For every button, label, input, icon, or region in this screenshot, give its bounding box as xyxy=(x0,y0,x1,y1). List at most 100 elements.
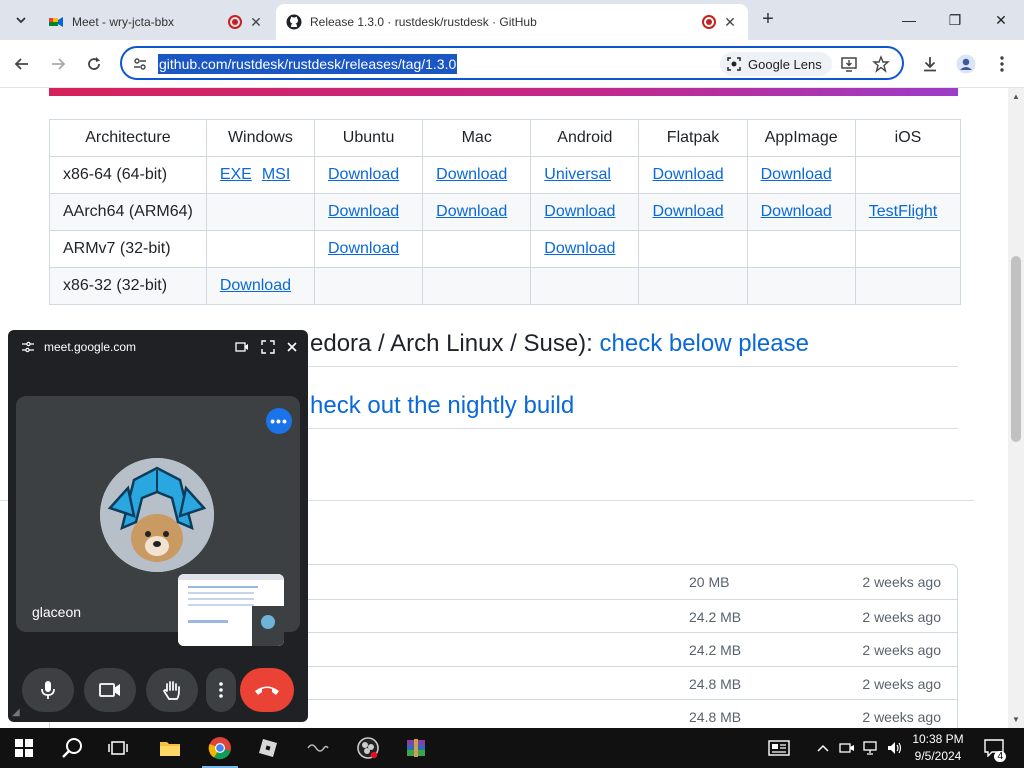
arrow-left-icon xyxy=(14,58,28,70)
back-button[interactable] xyxy=(8,50,36,78)
self-view-thumbnail[interactable] xyxy=(178,574,284,646)
hand-icon xyxy=(163,681,180,700)
maximize-button[interactable]: ❐ xyxy=(932,6,978,34)
scroll-up-icon[interactable]: ▲ xyxy=(1012,92,1020,101)
scroll-thumb[interactable] xyxy=(1011,256,1021,442)
tab-meet[interactable]: Meet - wry-jcta-bbx ✕ xyxy=(38,4,274,40)
column-header: Architecture xyxy=(49,119,207,157)
android-cell: Universal xyxy=(530,156,640,194)
page-scrollbar[interactable]: ▲ ▼ xyxy=(1008,88,1024,728)
windows-cell: EXE MSI xyxy=(205,156,315,194)
volume-icon[interactable] xyxy=(884,728,906,768)
address-bar[interactable]: github.com/rustdesk/rustdesk/releases/ta… xyxy=(120,46,904,80)
microphone-button[interactable] xyxy=(22,668,74,712)
system-clock[interactable]: 10:38 PM 9/5/2024 xyxy=(906,731,970,765)
camera-button[interactable] xyxy=(84,668,136,712)
camera-toggle-icon[interactable] xyxy=(234,339,250,355)
tab-bar: Meet - wry-jcta-bbx ✕ Release 1.3.0 · ru… xyxy=(0,0,1024,40)
news-widget-icon[interactable] xyxy=(764,728,794,768)
linux-heading-text: edora / Arch Linux / Suse): xyxy=(310,330,600,357)
download-link[interactable]: Download xyxy=(436,166,507,183)
browser-menu-button[interactable] xyxy=(988,50,1016,78)
download-link[interactable]: Universal xyxy=(544,166,611,183)
windows-exe-link[interactable]: EXE xyxy=(220,166,252,183)
downloads-button[interactable] xyxy=(916,50,944,78)
close-tab-icon[interactable]: ✕ xyxy=(722,14,738,31)
install-app-icon[interactable] xyxy=(838,53,860,75)
call-controls xyxy=(8,668,308,712)
search-button[interactable] xyxy=(50,728,94,768)
hang-up-icon xyxy=(255,686,279,695)
download-link[interactable]: Download xyxy=(436,203,507,220)
asset-size: 24.2 MB xyxy=(689,642,742,658)
end-call-button[interactable] xyxy=(240,668,294,712)
download-link[interactable]: Download xyxy=(761,166,832,183)
app-button[interactable] xyxy=(296,728,340,768)
reload-button[interactable] xyxy=(80,50,108,78)
task-view-button[interactable] xyxy=(96,728,140,768)
more-vertical-icon xyxy=(219,682,223,698)
tab-github-release[interactable]: Release 1.3.0 · rustdesk/rustdesk · GitH… xyxy=(276,4,748,40)
download-link[interactable]: Download xyxy=(544,203,615,220)
raise-hand-button[interactable] xyxy=(146,668,198,712)
windows-cell xyxy=(205,230,315,268)
android-cell: Download xyxy=(530,230,640,268)
more-vertical-icon xyxy=(1000,56,1004,72)
resize-grip-icon[interactable]: ◢ xyxy=(12,707,20,718)
scroll-down-icon[interactable]: ▼ xyxy=(1012,715,1020,724)
windows-msi-link[interactable]: MSI xyxy=(262,166,290,183)
task-view-icon xyxy=(108,741,128,755)
file-explorer-button[interactable] xyxy=(148,728,192,768)
lens-icon xyxy=(727,57,741,71)
google-lens-button[interactable]: Google Lens xyxy=(720,52,832,76)
ios-cell: TestFlight xyxy=(854,193,962,231)
site-settings-icon[interactable] xyxy=(20,339,36,355)
asset-date: 2 weeks ago xyxy=(862,709,941,725)
windows-cell xyxy=(205,193,315,231)
chrome-button[interactable] xyxy=(198,728,242,768)
download-link[interactable]: Download xyxy=(544,240,615,257)
download-link[interactable]: Download xyxy=(761,203,832,220)
winrar-button[interactable] xyxy=(394,728,438,768)
download-link[interactable]: Download xyxy=(652,203,723,220)
testflight-link[interactable]: TestFlight xyxy=(869,203,937,220)
show-hidden-icons[interactable] xyxy=(812,728,834,768)
action-center-button[interactable]: 4 xyxy=(980,728,1008,768)
folder-icon xyxy=(160,742,180,756)
download-link[interactable]: Download xyxy=(328,203,399,220)
close-tab-icon[interactable]: ✕ xyxy=(248,14,264,31)
close-window-button[interactable]: ✕ xyxy=(978,6,1024,34)
chevron-up-icon xyxy=(817,744,829,752)
tab-search-dropdown[interactable] xyxy=(8,7,34,33)
download-link[interactable]: Download xyxy=(220,277,291,294)
participant-options-button[interactable]: ••• xyxy=(266,408,292,434)
obs-button[interactable] xyxy=(346,728,390,768)
new-tab-button[interactable]: + xyxy=(756,8,780,32)
roblox-button[interactable] xyxy=(246,728,290,768)
arch-cell: x86-64 (64-bit) xyxy=(49,156,207,194)
more-options-button[interactable] xyxy=(206,668,236,712)
network-icon[interactable] xyxy=(860,728,882,768)
url-text[interactable]: github.com/rustdesk/rustdesk/releases/ta… xyxy=(158,54,458,74)
nightly-build-link[interactable]: heck out the nightly build xyxy=(310,392,574,419)
close-pip-icon[interactable] xyxy=(284,339,300,355)
reload-icon xyxy=(88,57,100,70)
download-link[interactable]: Download xyxy=(652,166,723,183)
camera-in-use-icon[interactable] xyxy=(836,728,858,768)
bookmark-star-icon[interactable] xyxy=(870,53,892,75)
minimize-button[interactable]: — xyxy=(886,6,932,34)
site-info-icon[interactable] xyxy=(130,54,150,74)
start-button[interactable] xyxy=(2,728,46,768)
back-to-tab-icon[interactable] xyxy=(260,339,276,355)
appimage-cell xyxy=(746,267,856,305)
download-link[interactable]: Download xyxy=(328,240,399,257)
table-row: ARMv7 (32-bit) Download Download xyxy=(49,230,962,268)
forward-button[interactable] xyxy=(44,50,72,78)
check-below-link[interactable]: check below please xyxy=(600,330,809,357)
linux-heading: edora / Arch Linux / Suse): check below … xyxy=(310,330,809,358)
participant-tile: ••• glaceon xyxy=(16,396,300,646)
download-link[interactable]: Download xyxy=(328,166,399,183)
ubuntu-cell: Download xyxy=(313,193,424,231)
profile-button[interactable] xyxy=(952,50,980,78)
table-row: x86-32 (32-bit) Download xyxy=(49,267,962,305)
